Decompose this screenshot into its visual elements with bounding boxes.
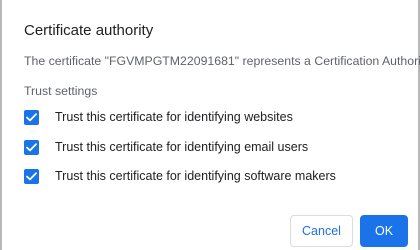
trust-websites-label: Trust this certificate for identifying w… bbox=[55, 110, 293, 124]
checkmark-icon bbox=[26, 112, 37, 121]
trust-software-makers-label: Trust this certificate for identifying s… bbox=[55, 169, 336, 183]
ok-button[interactable]: OK bbox=[360, 215, 408, 247]
checkmark-icon bbox=[26, 142, 37, 151]
trust-software-makers-checkbox[interactable] bbox=[24, 168, 39, 184]
dialog-description: The certificate "FGVMPGTM22091681" repre… bbox=[24, 54, 420, 68]
certificate-authority-dialog: Certificate authority The certificate "F… bbox=[0, 0, 420, 250]
trust-email-users-label: Trust this certificate for identifying e… bbox=[55, 140, 309, 154]
cancel-button[interactable]: Cancel bbox=[290, 215, 353, 247]
trust-settings-heading: Trust settings bbox=[24, 84, 98, 98]
trust-email-users-option[interactable]: Trust this certificate for identifying e… bbox=[24, 139, 308, 155]
checkmark-icon bbox=[26, 171, 37, 180]
trust-websites-checkbox[interactable] bbox=[24, 109, 39, 125]
trust-websites-option[interactable]: Trust this certificate for identifying w… bbox=[24, 109, 293, 125]
trust-software-makers-option[interactable]: Trust this certificate for identifying s… bbox=[24, 168, 336, 184]
dialog-title: Certificate authority bbox=[24, 22, 154, 39]
trust-email-users-checkbox[interactable] bbox=[24, 139, 39, 155]
